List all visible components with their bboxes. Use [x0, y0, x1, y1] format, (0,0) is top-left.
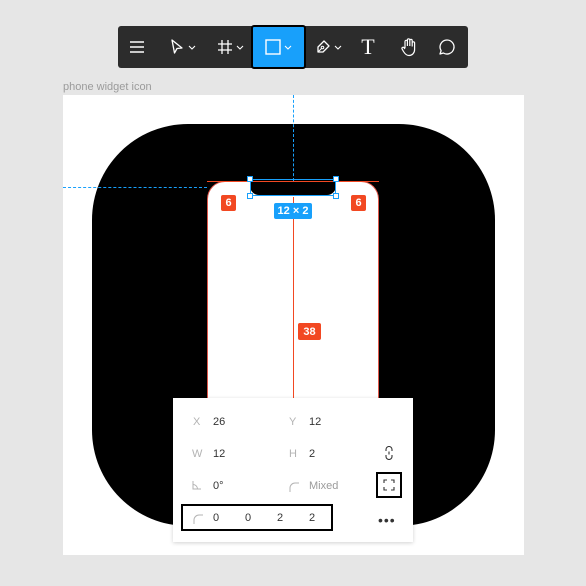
resize-handle-top-right[interactable]: [333, 176, 339, 182]
chevron-down-icon[interactable]: [284, 45, 292, 50]
hamburger-icon: [130, 41, 144, 53]
frame-label[interactable]: phone widget icon: [63, 81, 152, 93]
comment-bubble-icon: [439, 39, 455, 55]
corner-top-right-input[interactable]: 0: [245, 512, 251, 524]
independent-corners-button[interactable]: [376, 472, 402, 498]
chevron-down-icon[interactable]: [188, 45, 196, 50]
comment-tool-button[interactable]: [432, 26, 462, 68]
resize-handle-bottom-right[interactable]: [333, 193, 339, 199]
corner-top-left-input[interactable]: 0: [213, 512, 219, 524]
x-input[interactable]: 26: [213, 416, 225, 428]
corner-radius-badge-left: 6: [221, 195, 236, 211]
height-badge: 38: [298, 323, 321, 340]
toolbar: T: [118, 25, 468, 69]
height-input[interactable]: 2: [309, 448, 315, 460]
size-badge: 12 × 2: [274, 203, 312, 219]
h-label: H: [289, 448, 297, 460]
chevron-down-icon[interactable]: [334, 45, 342, 50]
width-input[interactable]: 12: [213, 448, 225, 460]
chevron-down-icon[interactable]: [236, 45, 244, 50]
text-t-icon: T: [361, 34, 375, 59]
y-input[interactable]: 12: [309, 416, 321, 428]
hand-icon: [401, 38, 416, 57]
horizontal-guide: [63, 187, 207, 188]
x-label: X: [193, 416, 201, 428]
text-tool-button[interactable]: T: [354, 26, 382, 68]
hand-tool-button[interactable]: [394, 26, 424, 68]
resize-handle-top-left[interactable]: [247, 176, 253, 182]
properties-panel: X 26 Y 12 W 12 H 2 0° Mixed 0 0 2 2 •••: [173, 398, 413, 542]
y-label: Y: [289, 416, 297, 428]
frame-tool-button[interactable]: [210, 26, 250, 68]
pen-tool-button[interactable]: [308, 26, 348, 68]
selection-box[interactable]: [250, 179, 336, 196]
main-menu-button[interactable]: [120, 26, 154, 68]
rectangle-icon: [265, 39, 281, 55]
move-tool-button[interactable]: [162, 26, 202, 68]
w-label: W: [192, 448, 203, 460]
corner-radius-icon: [289, 482, 299, 492]
vertical-guide: [293, 95, 294, 181]
cursor-arrow-icon: [170, 39, 183, 54]
corner-radius-input[interactable]: Mixed: [309, 480, 338, 492]
pen-icon: [316, 40, 330, 53]
corner-bottom-left-input[interactable]: 2: [309, 512, 315, 524]
corner-radius-badge-right: 6: [351, 195, 366, 211]
corner-bottom-right-input[interactable]: 2: [277, 512, 283, 524]
more-options-button[interactable]: •••: [378, 512, 396, 528]
frame-hash-icon: [217, 40, 232, 54]
constrain-proportions-icon[interactable]: [384, 446, 394, 460]
rectangle-tool-button[interactable]: [251, 25, 306, 69]
resize-handle-bottom-left[interactable]: [247, 193, 253, 199]
rotation-icon: [192, 481, 201, 490]
corner-radius-icon: [193, 514, 203, 524]
rotation-input[interactable]: 0°: [213, 480, 224, 492]
independent-corners-icon: [383, 479, 395, 491]
height-measure-line: [293, 197, 294, 421]
